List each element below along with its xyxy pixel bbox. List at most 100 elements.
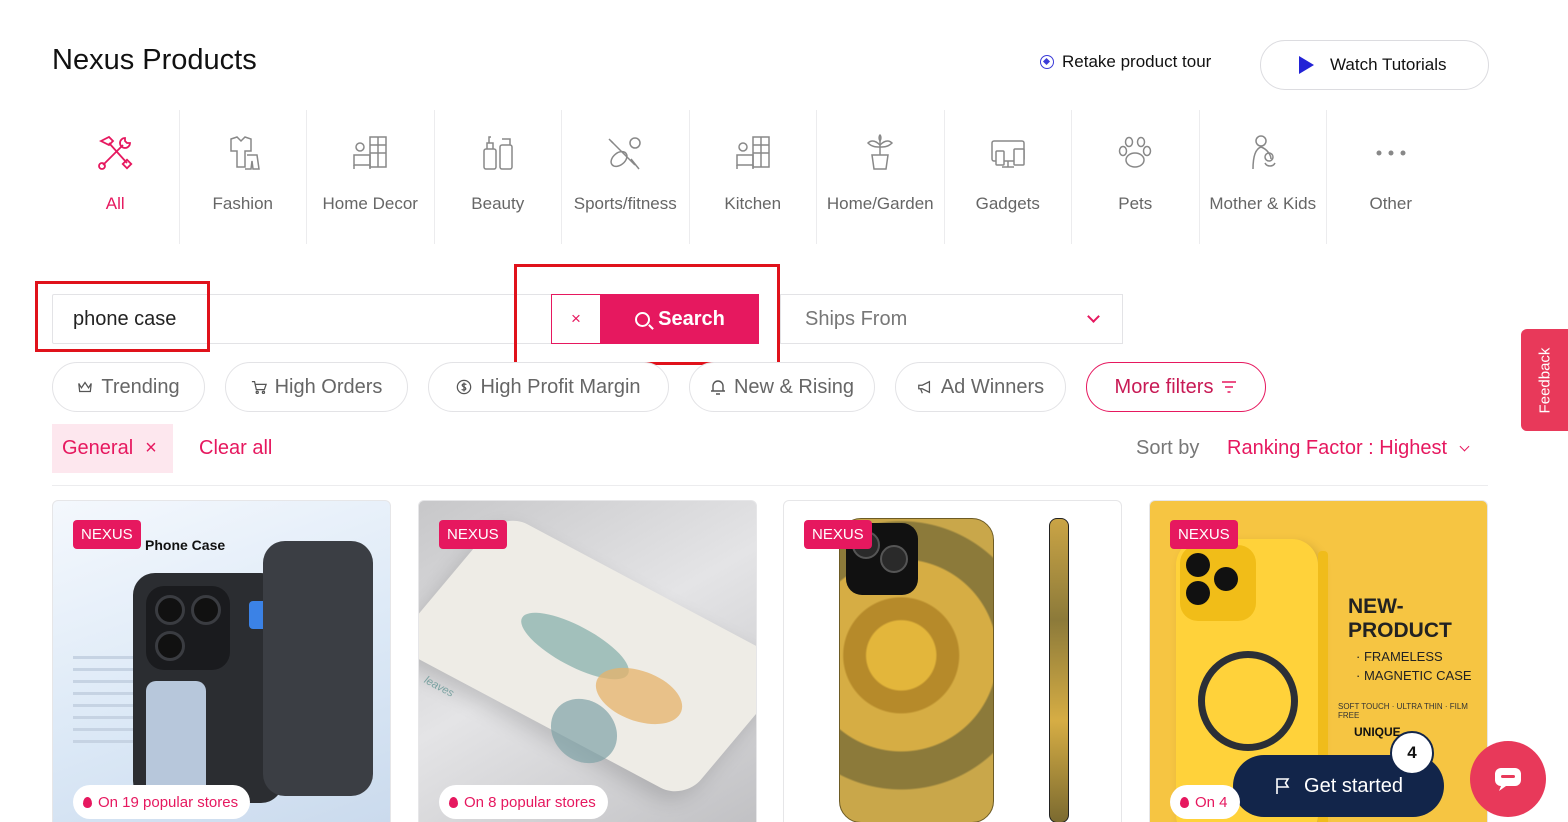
filter-high-profit-margin[interactable]: High Profit Margin <box>428 362 669 412</box>
divider <box>52 485 1488 486</box>
search-input[interactable] <box>73 295 543 343</box>
product-image: leaves <box>419 501 756 822</box>
get-started-label: Get started <box>1304 774 1403 797</box>
feedback-label: Feedback <box>1536 347 1553 413</box>
clear-all-link[interactable]: Clear all <box>199 437 272 460</box>
category-label: Sports/fitness <box>573 194 677 213</box>
search-button[interactable]: Search <box>601 294 759 344</box>
play-icon <box>1299 56 1314 74</box>
product-image: Phone Case <box>53 501 390 822</box>
popular-stores-badge: On 4 <box>1170 785 1240 819</box>
stores-label: On 8 popular stores <box>464 793 596 811</box>
kitchen-icon <box>732 132 774 174</box>
product-image-line: · FRAMELESS <box>1356 649 1443 664</box>
bell-icon <box>710 379 726 395</box>
category-label: Other <box>1369 194 1413 213</box>
category-fashion[interactable]: Fashion <box>180 110 307 244</box>
get-started-count-badge: 4 <box>1390 731 1434 775</box>
active-filter-label: General <box>62 437 134 459</box>
product-card[interactable]: NEXUS leaves On 8 popular stores <box>418 500 757 822</box>
devices-icon <box>987 132 1029 174</box>
category-mother-kids[interactable]: Mother & Kids <box>1200 110 1327 244</box>
popular-stores-badge: On 8 popular stores <box>439 785 608 819</box>
flag-icon <box>1276 778 1290 794</box>
stores-label: On 4 <box>1195 793 1228 811</box>
crown-icon <box>77 379 93 395</box>
filter-ad-winners[interactable]: Ad Winners <box>895 362 1066 412</box>
fire-icon <box>449 796 458 808</box>
search-button-label: Search <box>658 307 725 330</box>
filter-icon <box>1221 379 1237 395</box>
sort-dropdown[interactable]: Ranking Factor : Highest <box>1227 437 1470 460</box>
chevron-down-icon <box>1087 310 1100 323</box>
product-image-text: NEW-PRODUCT <box>1348 595 1452 642</box>
category-sports-fitness[interactable]: Sports/fitness <box>562 110 690 244</box>
chat-icon <box>1495 768 1521 791</box>
filter-trending[interactable]: Trending <box>52 362 205 412</box>
more-dots-icon <box>1370 132 1412 174</box>
category-pets[interactable]: Pets <box>1072 110 1200 244</box>
compass-icon <box>1040 55 1054 69</box>
category-other[interactable]: Other <box>1327 110 1455 244</box>
search-icon <box>635 311 651 327</box>
category-home-garden[interactable]: Home/Garden <box>817 110 945 244</box>
retake-tour-link[interactable]: Retake product tour <box>1040 52 1211 72</box>
category-bar: All Fashion Home Decor Beauty Sports/fit… <box>52 110 1455 244</box>
ships-from-label: Ships From <box>805 307 908 330</box>
feedback-tab[interactable]: Feedback <box>1521 329 1568 431</box>
category-label: Fashion <box>212 194 273 213</box>
watch-tutorials-label: Watch Tutorials <box>1330 55 1447 74</box>
megaphone-icon <box>917 379 933 395</box>
paw-icon <box>1114 132 1156 174</box>
product-badge: NEXUS <box>1170 520 1238 549</box>
product-image-text: Phone Case <box>145 537 226 553</box>
category-label: Pets <box>1118 194 1153 213</box>
product-image <box>784 501 1121 822</box>
chevron-down-icon <box>1459 441 1470 452</box>
fire-icon <box>83 796 92 808</box>
product-image-text: leaves <box>422 674 456 700</box>
ships-from-dropdown[interactable]: Ships From <box>780 294 1123 344</box>
mother-child-icon <box>1242 132 1284 174</box>
cosmetics-icon <box>477 132 519 174</box>
fire-icon <box>1180 796 1189 808</box>
category-kitchen[interactable]: Kitchen <box>690 110 817 244</box>
filter-label: Trending <box>101 375 180 398</box>
search-bar: × Search <box>52 294 759 344</box>
sort-label: Sort by <box>1136 437 1200 459</box>
product-card[interactable]: NEXUS <box>783 500 1122 822</box>
furniture-icon <box>349 132 391 174</box>
category-label: Gadgets <box>975 194 1040 213</box>
plant-icon <box>859 132 901 174</box>
clothing-icon <box>222 132 264 174</box>
filter-new-rising[interactable]: New & Rising <box>689 362 875 412</box>
sports-icon <box>604 132 646 174</box>
category-label: Kitchen <box>724 194 782 213</box>
product-badge: NEXUS <box>73 520 141 549</box>
remove-filter-icon[interactable]: × <box>145 437 157 460</box>
category-home-decor[interactable]: Home Decor <box>307 110 435 244</box>
stores-label: On 19 popular stores <box>98 793 239 811</box>
chat-button[interactable] <box>1470 741 1546 817</box>
dollar-icon <box>456 379 472 395</box>
product-badge: NEXUS <box>804 520 872 549</box>
product-image-line: SOFT TOUCH · ULTRA THIN · FILM FREE <box>1338 702 1468 720</box>
clear-search-button[interactable]: × <box>551 294 601 344</box>
category-label: Home Decor <box>322 194 418 213</box>
watch-tutorials-button[interactable]: Watch Tutorials <box>1260 40 1489 90</box>
category-beauty[interactable]: Beauty <box>435 110 562 244</box>
sort-value: Ranking Factor : Highest <box>1227 437 1448 459</box>
product-card[interactable]: NEXUS Phone Case On 19 popular stores <box>52 500 391 822</box>
category-label: All <box>105 194 125 213</box>
more-filters-button[interactable]: More filters <box>1086 362 1266 412</box>
popular-stores-badge: On 19 popular stores <box>73 785 251 819</box>
page-title: Nexus Products <box>52 44 257 76</box>
product-badge: NEXUS <box>439 520 507 549</box>
category-label: Home/Garden <box>826 194 934 213</box>
category-label: Mother & Kids <box>1209 194 1317 213</box>
filter-high-orders[interactable]: High Orders <box>225 362 408 412</box>
active-filter-tag[interactable]: General × <box>52 424 173 473</box>
category-all[interactable]: All <box>52 110 180 244</box>
filter-label: High Orders <box>274 375 383 398</box>
category-gadgets[interactable]: Gadgets <box>945 110 1072 244</box>
